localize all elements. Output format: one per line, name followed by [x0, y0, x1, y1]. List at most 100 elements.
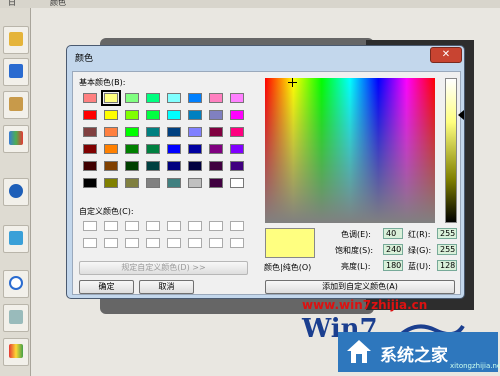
basic-color-swatch[interactable] [83, 110, 97, 120]
basic-color-swatch[interactable] [146, 144, 160, 154]
basic-color-swatch[interactable] [104, 127, 118, 137]
basic-color-swatch[interactable] [188, 144, 202, 154]
basic-color-swatch[interactable] [83, 144, 97, 154]
basic-color-swatch[interactable] [188, 161, 202, 171]
basic-color-swatch[interactable] [209, 178, 223, 188]
basic-color-swatch[interactable] [209, 110, 223, 120]
basic-color-swatch[interactable] [167, 110, 181, 120]
dialog-title: 颜色 [75, 54, 94, 64]
menu-item-1[interactable]: 日 [8, 0, 16, 8]
custom-color-swatch[interactable] [209, 221, 223, 231]
basic-color-swatch[interactable] [83, 161, 97, 171]
color-solid-label: 颜色|纯色(O) [264, 263, 312, 272]
custom-color-swatch[interactable] [167, 221, 181, 231]
toolbar-database-button[interactable] [3, 91, 29, 119]
basic-color-swatch[interactable] [188, 93, 202, 103]
basic-color-swatch[interactable] [167, 178, 181, 188]
define-custom-colors-button[interactable]: 规定自定义颜色(D) >> [79, 261, 248, 275]
basic-color-swatch[interactable] [230, 110, 244, 120]
toolbar-books-button[interactable] [3, 125, 29, 153]
basic-color-swatch[interactable] [167, 144, 181, 154]
basic-color-swatch[interactable] [167, 161, 181, 171]
basic-color-swatch[interactable] [230, 144, 244, 154]
ok-button[interactable]: 确定 [79, 280, 134, 294]
basic-color-swatch[interactable] [104, 161, 118, 171]
basic-color-swatch[interactable] [83, 178, 97, 188]
basic-color-swatch[interactable] [209, 127, 223, 137]
basic-color-swatch[interactable] [125, 110, 139, 120]
basic-color-swatch[interactable] [230, 93, 244, 103]
custom-color-swatch[interactable] [104, 238, 118, 248]
custom-color-swatch[interactable] [83, 238, 97, 248]
basic-color-swatch[interactable] [83, 127, 97, 137]
corner-brand-url: xitongzhijia.net [450, 362, 500, 370]
basic-color-swatch[interactable] [146, 161, 160, 171]
custom-color-swatch[interactable] [167, 238, 181, 248]
custom-color-swatch[interactable] [209, 238, 223, 248]
basic-color-swatch[interactable] [167, 93, 181, 103]
add-to-custom-colors-button[interactable]: 添加到自定义颜色(A) [265, 280, 455, 294]
basic-color-swatch[interactable] [230, 161, 244, 171]
toolbar-signal-button[interactable] [3, 178, 29, 206]
custom-color-swatch[interactable] [230, 238, 244, 248]
color-preview [265, 228, 315, 258]
basic-color-swatch[interactable] [167, 127, 181, 137]
basic-color-swatch[interactable] [230, 127, 244, 137]
toolbar-clock-button[interactable] [3, 270, 29, 298]
custom-color-swatch[interactable] [125, 221, 139, 231]
close-button[interactable]: ✕ [430, 47, 462, 63]
basic-color-swatch[interactable] [146, 178, 160, 188]
basic-color-swatch[interactable] [125, 93, 139, 103]
basic-color-swatch[interactable] [104, 110, 118, 120]
lum-input[interactable]: 180 [383, 260, 403, 271]
basic-color-swatch[interactable] [125, 127, 139, 137]
basic-color-swatch[interactable] [104, 144, 118, 154]
basic-color-swatch[interactable] [125, 161, 139, 171]
clock-icon [9, 276, 23, 290]
lum-label: 亮度(L): [341, 262, 371, 271]
toolbar-list-button[interactable] [3, 304, 29, 332]
custom-color-swatch[interactable] [188, 221, 202, 231]
luminance-slider[interactable] [445, 78, 457, 223]
toolbar-flip-button[interactable] [3, 58, 29, 86]
custom-color-swatch[interactable] [146, 238, 160, 248]
basic-color-swatch[interactable] [125, 178, 139, 188]
blue-input[interactable]: 128 [437, 260, 457, 271]
toolbar-chart-button[interactable] [3, 338, 29, 366]
custom-color-swatch[interactable] [146, 221, 160, 231]
hue-input[interactable]: 40 [383, 228, 403, 239]
custom-color-swatch[interactable] [125, 238, 139, 248]
custom-color-swatch[interactable] [188, 238, 202, 248]
red-input[interactable]: 255 [437, 228, 457, 239]
luminance-arrow-icon[interactable] [458, 110, 464, 120]
basic-color-swatch[interactable] [188, 127, 202, 137]
custom-color-swatch[interactable] [83, 221, 97, 231]
toolbar-shapes-button[interactable] [3, 26, 29, 54]
basic-color-swatch[interactable] [209, 93, 223, 103]
crosshair-icon [288, 78, 297, 87]
color-spectrum[interactable] [265, 78, 435, 223]
basic-color-swatch[interactable] [146, 93, 160, 103]
basic-color-swatch[interactable] [146, 110, 160, 120]
basic-color-swatch[interactable] [101, 90, 121, 106]
sat-input[interactable]: 240 [383, 244, 403, 255]
basic-color-swatch[interactable] [188, 110, 202, 120]
basic-color-swatch[interactable] [230, 178, 244, 188]
menu-item-color[interactable]: 颜色 [50, 0, 66, 8]
shapes-icon [9, 32, 23, 46]
red-label: 红(R): [408, 230, 431, 239]
cancel-button[interactable]: 取消 [139, 280, 194, 294]
basic-color-swatch[interactable] [188, 178, 202, 188]
green-input[interactable]: 255 [437, 244, 457, 255]
basic-color-swatch[interactable] [104, 178, 118, 188]
database-icon [9, 97, 23, 111]
custom-color-swatch[interactable] [230, 221, 244, 231]
basic-color-swatch[interactable] [209, 161, 223, 171]
basic-color-swatch[interactable] [146, 127, 160, 137]
corner-brand-logo: 系统之家 xitongzhijia.net [338, 332, 500, 372]
basic-color-swatch[interactable] [83, 93, 97, 103]
toolbar-refresh-button[interactable] [3, 225, 29, 253]
custom-color-swatch[interactable] [104, 221, 118, 231]
basic-color-swatch[interactable] [125, 144, 139, 154]
basic-color-swatch[interactable] [209, 144, 223, 154]
